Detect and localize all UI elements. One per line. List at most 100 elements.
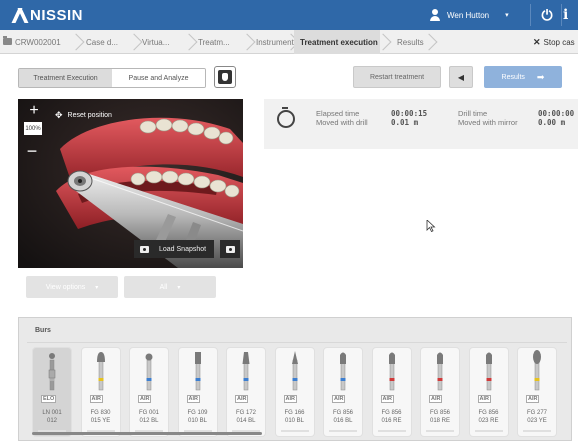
bur-type-badge: AIR [283,395,297,403]
info-button[interactable]: i [563,4,577,26]
bur-code: FG 830 [90,410,111,416]
chevron-right-icon [73,30,85,54]
bur-size: 010 BL [284,417,305,424]
results-button[interactable]: Results ➡ [484,66,562,88]
top-bar: NISSIN Wen Hutton ▾ ⏻ i [0,0,578,30]
view-options-select[interactable]: View options ▾ [26,276,118,298]
drill-time-value: 00:00:00 [538,109,575,118]
bur-code: FG 001 [138,410,159,416]
nissin-logo: NISSIN [12,6,83,24]
zoom-out-button[interactable]: − [25,141,39,161]
burs-panel: Burs ELO LN 001 012 AIR FG 830 015 YE AIR FG 00… [18,317,572,441]
bur-item[interactable]: AIR FG 172 014 BL [227,348,265,436]
bur-code: FG 172 [235,410,256,416]
bur-label: FG 856 016 BL [324,410,362,425]
bur-item[interactable]: AIR FG 001 012 BL [130,348,168,436]
bur-label: FG 856 018 RE [421,410,459,425]
bur-type-badge: AIR [429,395,443,403]
app-window: NISSIN Wen Hutton ▾ ⏻ i CRW002001 Case d… [0,0,578,441]
take-snapshot-button[interactable] [220,240,240,258]
load-snapshot-button[interactable]: Load Snapshot [134,240,214,258]
zoom-level-indicator: 100% [24,122,42,135]
chevron-right-icon [244,30,256,54]
breadcrumb-item-virtual[interactable]: Virtua... [142,30,186,54]
power-button[interactable]: ⏻ [535,4,559,26]
bur-label: FG 856 023 RE [470,410,508,425]
bur-icon [533,350,541,391]
stop-case-label: Stop cas [543,37,575,47]
bur-item[interactable]: AIR FG 166 010 BL [275,348,314,436]
previous-button[interactable]: ◀ [449,66,473,88]
reset-position-button[interactable]: ✥ Reset position [55,107,130,123]
tab-treatment-execution[interactable]: Treatment Execution [19,69,112,87]
bur-item[interactable]: AIR FG 856 016 BL [324,348,362,436]
bur-item[interactable]: AIR FG 856 016 RE [372,348,411,436]
drill-time-label: Drill time [458,109,488,118]
bur-type-badge: AIR [89,395,103,403]
bur-item[interactable]: AIR FG 109 010 BL [178,348,217,436]
tooth-view-button[interactable] [214,66,236,88]
divider [561,4,562,26]
bur-size: 012 BL [139,417,159,424]
chevron-right-icon [380,30,392,54]
bur-usage-bar [426,430,454,432]
bur-item[interactable]: AIR FG 830 015 YE [81,348,120,436]
bur-icon [242,352,250,391]
bur-item[interactable]: ELO LN 001 012 [33,348,71,436]
bur-label: FG 109 010 BL [179,410,217,425]
chevron-down-icon: ▾ [505,12,509,19]
chevron-right-icon [426,30,438,54]
stop-case-button[interactable]: ✕ Stop cas [533,30,575,54]
breadcrumb: CRW002001 Case d... Virtua... Treatm... … [0,30,578,54]
bur-icon [96,352,105,391]
bur-size: 010 BL [187,417,208,424]
user-menu[interactable]: Wen Hutton ▾ [429,4,509,26]
logo-mark-icon [12,8,28,22]
bur-label: FG 277 023 YE [518,410,556,425]
view-options-label: View options [45,283,86,291]
tab-pause-and-analyze[interactable]: Pause and Analyze [112,69,205,87]
bur-type-badge: AIR [138,395,152,403]
bur-code: FG 856 [332,410,353,416]
bur-icon [145,353,153,391]
move-icon: ✥ [55,109,63,120]
bur-type-badge: AIR [526,395,540,403]
bur-usage-bar [280,430,309,432]
restart-treatment-button[interactable]: Restart treatment [353,66,441,88]
bur-type-badge: AIR [332,395,346,403]
bur-code: FG 109 [187,410,208,416]
breadcrumb-item-case-id[interactable]: CRW002001 [15,30,73,54]
arrow-left-icon: ◀ [457,72,465,82]
bur-item[interactable]: AIR FG 277 023 YE [518,348,556,436]
bur-item[interactable]: AIR FG 856 018 RE [421,348,459,436]
bur-usage-bar [474,430,503,432]
divider [530,4,531,26]
bur-item[interactable]: AIR FG 856 023 RE [469,348,508,436]
chevron-down-icon: ▾ [177,284,181,291]
plus-icon: + [29,102,39,119]
mouse-cursor-icon [426,220,436,232]
bur-size: 016 RE [381,417,402,424]
elapsed-time-label: Elapsed time [316,109,360,118]
filter-all-select[interactable]: All ▾ [124,276,216,298]
horizontal-scrollbar[interactable] [32,432,262,435]
arrow-right-icon: ➡ [536,71,545,82]
results-label: Results [501,73,525,81]
logo-text: NISSIN [30,6,84,24]
breadcrumb-item-treatment[interactable]: Treatm... [198,30,244,54]
bur-size: 023 YE [527,417,547,424]
bur-type-badge: ELO [41,395,57,403]
info-icon: i [563,7,569,23]
bur-usage-bar [329,430,357,432]
moved-drill-label: Moved with drill [316,118,368,127]
bur-icon [291,351,298,391]
breadcrumb-item-treatment-execution[interactable]: Treatment execution [294,30,380,54]
reset-position-label: Reset position [67,111,112,119]
minus-icon: − [26,141,38,161]
chevron-right-icon [186,30,198,54]
burs-title: Burs [35,327,51,334]
bur-icon [48,353,56,391]
bur-label: FG 172 014 BL [227,410,265,425]
zoom-in-button[interactable]: + [27,102,41,119]
bur-icon [485,352,492,391]
